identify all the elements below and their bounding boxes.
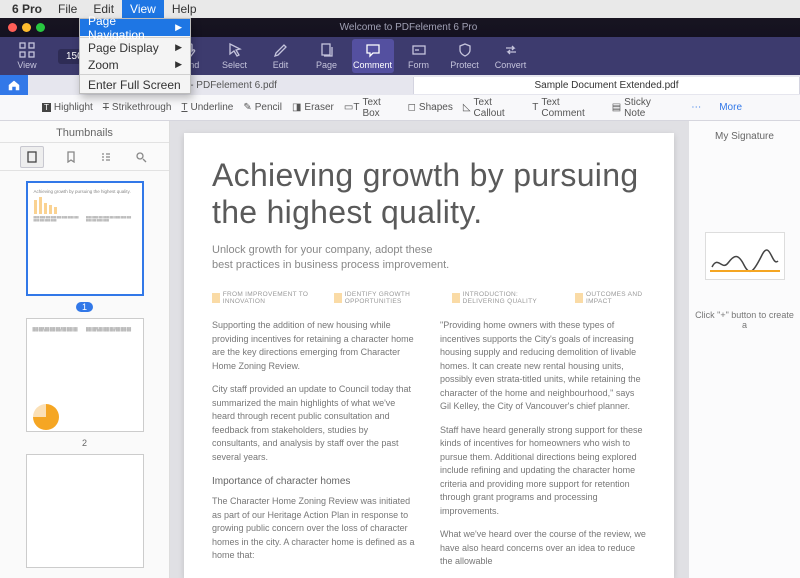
strikethrough-icon: T [103, 102, 109, 113]
underline-icon: T [181, 102, 187, 113]
eraser-tool[interactable]: ◨Eraser [292, 102, 334, 113]
menu-zoom[interactable]: Zoom▶ [80, 56, 190, 73]
traffic-lights [8, 23, 45, 32]
view-menu-dropdown: Page Navigation▶ Page Display▶ Zoom▶ Ent… [79, 18, 191, 94]
workspace: Thumbnails Achieving growth by pursuing … [0, 121, 800, 578]
fullscreen-window-button[interactable] [36, 23, 45, 32]
edit-icon [273, 42, 289, 58]
page-icon [319, 42, 335, 58]
signature-preview[interactable] [705, 232, 785, 280]
textcomment-icon: T [532, 102, 538, 113]
grid-icon [19, 42, 35, 58]
callout-icon: ◺ [463, 102, 471, 113]
tab-sample[interactable]: Sample Document Extended.pdf [414, 77, 800, 94]
thumb-number-2: 2 [76, 438, 93, 448]
form-button[interactable]: Form [398, 39, 440, 73]
menu-page-navigation[interactable]: Page Navigation▶ [80, 19, 190, 36]
textbox-icon: ▭T [344, 102, 360, 113]
comment-icon [365, 42, 381, 58]
app-name: 6 Pro [4, 0, 50, 18]
body-columns: Supporting the addition of new housing w… [212, 319, 646, 578]
page-title: Achieving growth by pursuing the highest… [212, 157, 646, 231]
thumbnail-page-2[interactable]: ████ ████ ███ ████ ███ ████ ████ ███ ███… [26, 318, 144, 432]
close-window-button[interactable] [8, 23, 17, 32]
underline-tool[interactable]: TUnderline [181, 102, 233, 113]
signature-panel: My Signature Click "+" button to create … [688, 121, 800, 578]
thumb-search-icon[interactable] [133, 149, 149, 165]
annotation-toolbar: THighlight TStrikethrough TUnderline ✎Pe… [0, 95, 800, 121]
signature-header: My Signature [715, 131, 774, 142]
document-viewport[interactable]: Achieving growth by pursuing the highest… [170, 121, 688, 578]
view-button[interactable]: View [6, 39, 48, 73]
menu-enter-full-screen[interactable]: Enter Full Screen [80, 76, 190, 93]
home-button[interactable] [0, 75, 28, 95]
pencil-icon: ✎ [243, 102, 251, 113]
protect-button[interactable]: Protect [444, 39, 486, 73]
eraser-icon: ◨ [292, 102, 301, 113]
signature-hint: Click "+" button to create a [689, 310, 800, 330]
thumb-mode-outline-icon[interactable] [98, 149, 114, 165]
sticky-icon: ▤ [612, 102, 621, 113]
comment-button[interactable]: Comment [352, 39, 394, 73]
textbox-tool[interactable]: ▭TText Box [344, 97, 398, 119]
shield-icon [457, 42, 473, 58]
convert-icon [503, 42, 519, 58]
document-page: Achieving growth by pursuing the highest… [184, 133, 674, 578]
stickynote-tool[interactable]: ▤Sticky Note [612, 97, 672, 119]
thumbnails-panel: Thumbnails Achieving growth by pursuing … [0, 121, 170, 578]
shapes-icon: ◻ [408, 102, 416, 113]
thumbnails-header: Thumbnails [0, 121, 169, 143]
select-button[interactable]: Select [214, 39, 256, 73]
menu-file[interactable]: File [50, 0, 85, 18]
textcomment-tool[interactable]: TText Comment [532, 97, 601, 119]
strikethrough-tool[interactable]: TStrikethrough [103, 102, 172, 113]
shapes-tool[interactable]: ◻Shapes [408, 102, 453, 113]
pencil-tool[interactable]: ✎Pencil [243, 102, 282, 113]
section-row: From Improvement to Innovation Identify … [212, 291, 646, 305]
thumb-mode-bookmark-icon[interactable] [63, 149, 79, 165]
minimize-window-button[interactable] [22, 23, 31, 32]
highlight-tool[interactable]: THighlight [42, 102, 93, 113]
thumb-mode-page-icon[interactable] [20, 146, 44, 168]
thumb-number-1: 1 [76, 302, 93, 312]
more-button[interactable]: More [719, 102, 742, 113]
callout-tool[interactable]: ◺Text Callout [463, 97, 522, 119]
highlight-icon: T [42, 103, 51, 112]
page-button[interactable]: Page [306, 39, 348, 73]
convert-button[interactable]: Convert [490, 39, 532, 73]
thumbnail-page-1[interactable]: Achieving growth by pursuing the highest… [26, 181, 144, 296]
page-subtitle: Unlock growth for your company, adopt th… [212, 243, 451, 274]
form-icon [411, 42, 427, 58]
menu-page-display[interactable]: Page Display▶ [80, 39, 190, 56]
edit-button[interactable]: Edit [260, 39, 302, 73]
cursor-icon [227, 42, 243, 58]
more-menu-dots[interactable]: ⋯ [691, 102, 701, 113]
thumbnail-page-3[interactable] [26, 454, 144, 568]
